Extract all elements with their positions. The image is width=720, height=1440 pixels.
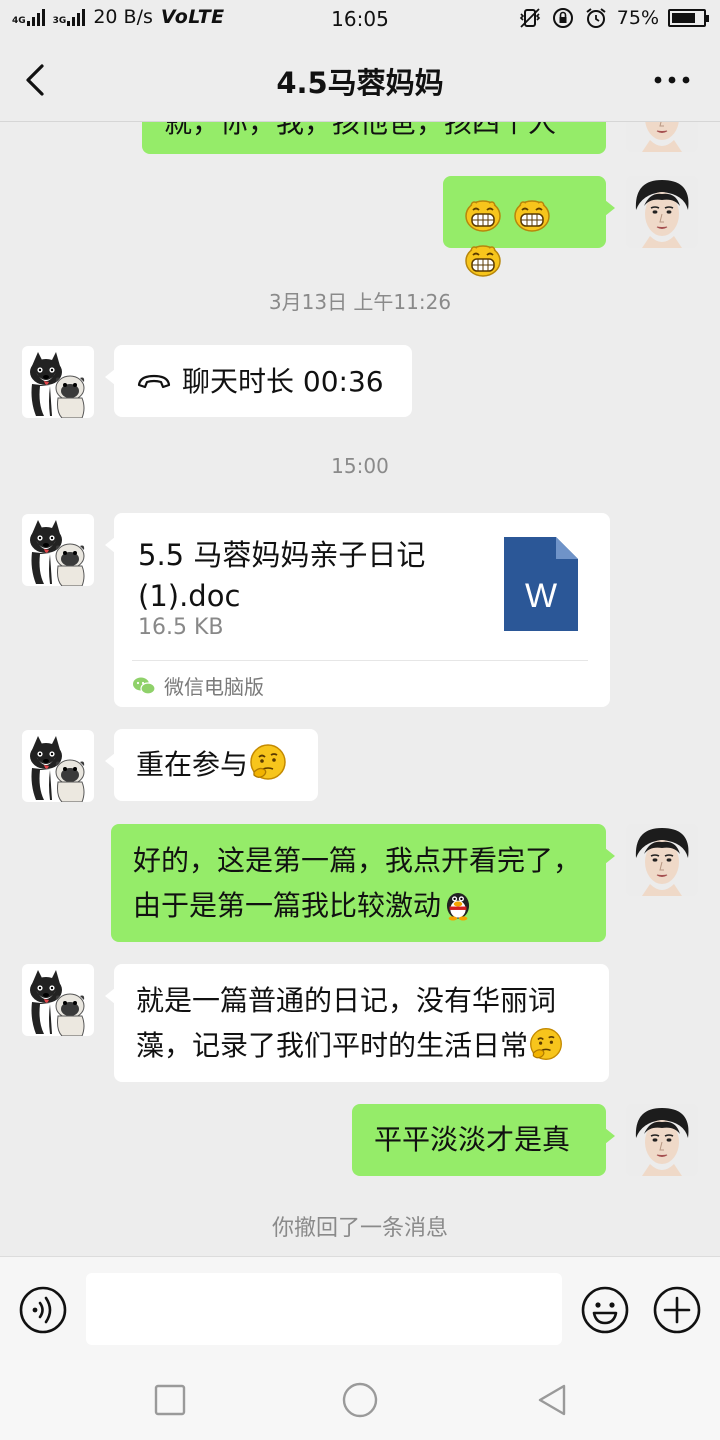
timestamp: 3月13日 上午11:26	[268, 290, 452, 314]
plus-icon[interactable]	[652, 1285, 702, 1335]
grin-emoji-icon	[463, 194, 503, 234]
rotation-lock-icon	[552, 8, 573, 28]
contact-avatar[interactable]	[22, 346, 94, 418]
input-bar	[0, 1256, 720, 1360]
emoji-icon[interactable]	[580, 1285, 630, 1335]
voice-icon[interactable]	[18, 1285, 68, 1335]
message-bubble[interactable]: 重在参与	[105, 729, 318, 801]
timestamp: 15:00	[331, 454, 389, 478]
chat-header: 4.5马蓉妈妈	[0, 38, 720, 122]
my-avatar[interactable]	[626, 176, 698, 248]
file-size: 16.5 KB	[138, 615, 224, 640]
wechat-icon	[133, 677, 156, 695]
status-bar: 4G 3G 20 B/s VoLTE 16:05 75%	[0, 0, 720, 38]
chat-title: 4.5马蓉妈妈	[276, 66, 444, 100]
system-navigation-bar	[0, 1360, 720, 1440]
alarm-icon	[586, 8, 606, 28]
file-message-card[interactable]: 5.5 马蓉妈妈亲子日记(1).doc 16.5 KB W 微信电脑版	[105, 513, 610, 707]
file-name: 5.5 马蓉妈妈亲子日记(1).doc	[138, 538, 426, 613]
contact-avatar[interactable]	[22, 964, 94, 1036]
message-input[interactable]	[86, 1273, 562, 1345]
thinking-emoji-icon	[248, 742, 288, 782]
message-bubble[interactable]	[443, 176, 615, 248]
thinking-emoji-icon	[528, 1026, 564, 1062]
chat-area[interactable]: 就，你，我，孩他爸，孩四个人 3月13日 上午11:26 聊天时长 00:36 …	[0, 122, 720, 1256]
file-divider	[132, 660, 588, 661]
recall-notice: 你撤回了一条消息	[271, 1216, 448, 1241]
battery-icon	[668, 9, 709, 27]
my-avatar[interactable]	[626, 122, 698, 152]
status-bar-right: 75%	[518, 6, 709, 30]
phone-call-icon	[137, 374, 171, 389]
battery-level	[672, 13, 695, 23]
file-source: 微信电脑版	[132, 671, 264, 700]
message-bubble[interactable]: 就，你，我，孩他爸，孩四个人	[142, 122, 606, 154]
grin-emoji-icon	[463, 239, 503, 279]
call-record-bubble[interactable]: 聊天时长 00:36	[105, 345, 412, 417]
square-icon[interactable]	[150, 1380, 190, 1420]
message-text: 就是一篇普通的日记，没有华丽词藻，记录了我们平时的生活日常	[136, 984, 557, 1062]
triangle-back-icon[interactable]	[532, 1380, 572, 1420]
my-avatar[interactable]	[626, 1104, 698, 1176]
message-text: 重在参与	[136, 748, 249, 781]
message-text: 就，你，我，孩他爸，孩四个人	[164, 122, 557, 139]
word-doc-icon: W	[504, 537, 578, 631]
my-avatar[interactable]	[626, 824, 698, 896]
circle-icon[interactable]	[340, 1380, 380, 1420]
penguin-emoji-icon	[441, 887, 475, 921]
contact-avatar[interactable]	[22, 730, 94, 802]
battery-percent: 75%	[616, 7, 659, 29]
call-duration-text: 聊天时长 00:36	[182, 364, 384, 398]
more-icon[interactable]	[652, 66, 692, 94]
message-bubble[interactable]: 好的，这是第一篇，我点开看完了，由于是第一篇我比较激动	[111, 824, 615, 942]
message-text: 好的，这是第一篇，我点开看完了，由于是第一篇我比较激动	[133, 844, 582, 922]
message-bubble[interactable]: 就是一篇普通的日记，没有华丽词藻，记录了我们平时的生活日常	[105, 964, 609, 1082]
message-text: 平平淡淡才是真	[374, 1123, 571, 1156]
word-doc-letter: W	[525, 577, 557, 615]
vibrate-icon	[519, 8, 540, 28]
grin-emoji-icon	[512, 194, 552, 234]
contact-avatar[interactable]	[22, 514, 94, 586]
file-source-label: 微信电脑版	[164, 675, 264, 699]
message-bubble[interactable]: 平平淡淡才是真	[352, 1104, 615, 1176]
